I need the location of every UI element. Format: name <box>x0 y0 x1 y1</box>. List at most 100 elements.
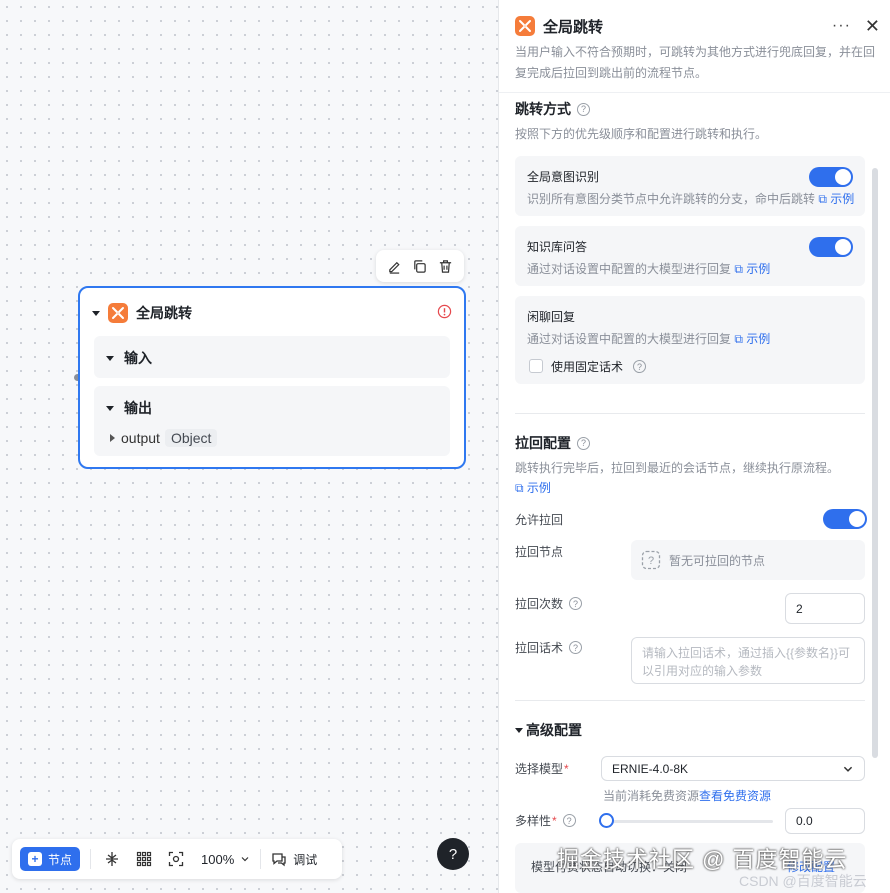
example-link-text: 示例 <box>746 262 771 276</box>
example-link-text: 示例 <box>830 192 855 206</box>
toolbar-divider <box>260 849 262 869</box>
collapse-caret-icon <box>106 405 114 411</box>
copy-icon[interactable] <box>410 256 430 276</box>
allow-pullback-label: 允许拉回 <box>515 513 564 527</box>
fixed-script-label-text: 使用固定话术 <box>551 360 624 374</box>
global-jump-node[interactable]: 全局跳转 输入 输出 output Object <box>78 286 466 469</box>
model-hint: 当前消耗免费资源查看免费资源 <box>603 787 771 804</box>
toolbar-divider <box>90 849 92 869</box>
advanced-title[interactable]: 高级配置 <box>515 720 582 740</box>
zoom-value: 100% <box>201 851 235 867</box>
pullback-title: 拉回配置 ? <box>515 433 590 453</box>
example-link[interactable]: ⧉ 示例 <box>818 192 854 206</box>
empty-placeholder-icon: ? <box>641 550 661 570</box>
diversity-input[interactable]: 0.0 <box>785 808 865 834</box>
model-select[interactable]: ERNIE-4.0-8K <box>601 756 865 781</box>
output-type-tag: Object <box>164 429 218 447</box>
collapse-caret-icon[interactable] <box>92 310 100 316</box>
jump-card-chitchat: 闲聊回复 通过对话设置中配置的大模型进行回复 ⧉ 示例 使用固定话术 ? <box>515 296 865 384</box>
kb-toggle[interactable] <box>809 237 853 257</box>
card-desc: 通过对话设置中配置的大模型进行回复 ⧉ 示例 <box>527 260 770 277</box>
edit-icon[interactable] <box>385 256 405 276</box>
card-title: 闲聊回复 <box>527 310 576 324</box>
pullback-script-label: 拉回话术 ? <box>515 639 583 656</box>
example-link[interactable]: ⧉ 示例 <box>734 332 770 346</box>
fit-view-icon[interactable] <box>165 848 187 870</box>
jump-mode-desc: 按照下方的优先级顺序和配置进行跳转和执行。 <box>515 127 768 141</box>
intent-toggle[interactable] <box>809 167 853 187</box>
diversity-label-text: 多样性 <box>515 814 552 828</box>
divider <box>499 92 890 93</box>
help-button[interactable]: ? <box>437 838 469 870</box>
watermark-sub: CSDN @百度智能云 <box>739 873 867 889</box>
model-label-text: 选择模型 <box>515 762 564 776</box>
jump-card-kb: 知识库问答 通过对话设置中配置的大模型进行回复 ⧉ 示例 <box>515 226 865 286</box>
card-title: 全局意图识别 <box>527 170 600 184</box>
diversity-slider-track[interactable] <box>605 820 773 823</box>
zoom-select[interactable]: 100% <box>201 852 250 867</box>
pullback-script-label-text: 拉回话术 <box>515 641 564 655</box>
output-section-label: 输出 <box>124 400 152 416</box>
card-desc-text: 识别所有意图分类节点中允许跳转的分支，命中后跳转 <box>527 192 816 206</box>
close-icon[interactable]: ✕ <box>865 16 880 37</box>
fixed-script-checkbox[interactable] <box>529 359 543 373</box>
chat-bubble-icon <box>272 853 286 867</box>
jump-card-intent: 全局意图识别 识别所有意图分类节点中允许跳转的分支，命中后跳转 ⧉ 示例 <box>515 156 865 216</box>
grid-icon[interactable] <box>133 848 155 870</box>
warning-icon <box>437 304 452 322</box>
card-desc: 识别所有意图分类节点中允许跳转的分支，命中后跳转 ⧉ 示例 <box>527 190 854 207</box>
node-input-section[interactable]: 输入 <box>94 336 450 378</box>
help-icon[interactable]: ? <box>569 641 583 654</box>
diversity-label: 多样性 * ? <box>515 812 576 829</box>
help-icon[interactable]: ? <box>577 436 590 450</box>
auto-layout-icon[interactable] <box>101 848 123 870</box>
card-title: 知识库问答 <box>527 240 588 254</box>
expand-caret-icon <box>110 434 115 442</box>
more-icon[interactable]: ··· <box>832 17 851 35</box>
allow-pullback-toggle[interactable] <box>823 509 867 529</box>
collapse-caret-icon <box>515 727 523 733</box>
pullback-desc: 跳转执行完毕后，拉回到最近的会话节点，继续执行原流程。 <box>515 461 840 475</box>
node-toolbar <box>376 250 464 282</box>
debug-button[interactable]: 调试 <box>271 851 317 868</box>
pullback-example-link[interactable]: ⧉ 示例 <box>515 479 551 496</box>
pullback-node-empty-text: 暂无可拉回的节点 <box>669 553 766 568</box>
card-desc-text: 通过对话设置中配置的大模型进行回复 <box>527 262 732 276</box>
add-node-label: 节点 <box>48 852 73 867</box>
plus-icon: + <box>28 852 42 866</box>
card-desc: 通过对话设置中配置的大模型进行回复 ⧉ 示例 <box>527 330 770 347</box>
help-icon[interactable]: ? <box>577 102 590 116</box>
chevron-down-icon <box>843 766 853 772</box>
panel-scrollbar[interactable] <box>872 168 878 758</box>
global-jump-icon <box>515 16 535 36</box>
chevron-down-icon <box>241 857 249 862</box>
canvas-toolbar: + 节点 100% 调试 <box>12 839 342 879</box>
pullback-node-empty: ? 暂无可拉回的节点 <box>631 540 865 580</box>
add-node-button[interactable]: + 节点 <box>20 847 81 871</box>
model-label: 选择模型 * <box>515 761 569 777</box>
pullback-title-text: 拉回配置 <box>515 435 571 451</box>
output-variable-row[interactable]: output Object <box>94 418 450 447</box>
diversity-slider-thumb[interactable] <box>599 813 614 828</box>
panel-description: 当用户输入不符合预期时，可跳转为其他方式进行兜底回复，并在回复完成后拉回到跳出前… <box>515 45 876 80</box>
help-icon[interactable]: ? <box>633 360 647 373</box>
collapse-caret-icon <box>106 355 114 361</box>
pullback-count-label: 拉回次数 ? <box>515 595 583 612</box>
pullback-count-input[interactable]: 2 <box>785 593 865 624</box>
global-jump-icon <box>108 303 128 323</box>
advanced-title-text: 高级配置 <box>526 722 582 738</box>
pullback-node-label: 拉回节点 <box>515 545 564 559</box>
help-icon[interactable]: ? <box>569 597 583 610</box>
example-link[interactable]: ⧉ 示例 <box>734 262 770 276</box>
example-link-text: 示例 <box>746 332 771 346</box>
node-output-section[interactable]: 输出 output Object <box>94 386 450 456</box>
svg-text:?: ? <box>648 555 654 567</box>
model-select-value: ERNIE-4.0-8K <box>612 761 689 776</box>
pullback-script-textarea[interactable]: 请输入拉回话术，通过插入{{参数名}}可以引用对应的输入参数 <box>631 637 865 684</box>
view-free-resources-link[interactable]: 查看免费资源 <box>699 789 771 803</box>
delete-icon[interactable] <box>435 256 455 276</box>
jump-mode-title: 跳转方式 ? <box>515 99 590 119</box>
help-icon[interactable]: ? <box>562 814 576 827</box>
output-variable-name: output <box>121 430 160 446</box>
workflow-canvas[interactable]: 全局跳转 输入 输出 output Object + 节点 100% 调试 ? <box>0 0 498 893</box>
